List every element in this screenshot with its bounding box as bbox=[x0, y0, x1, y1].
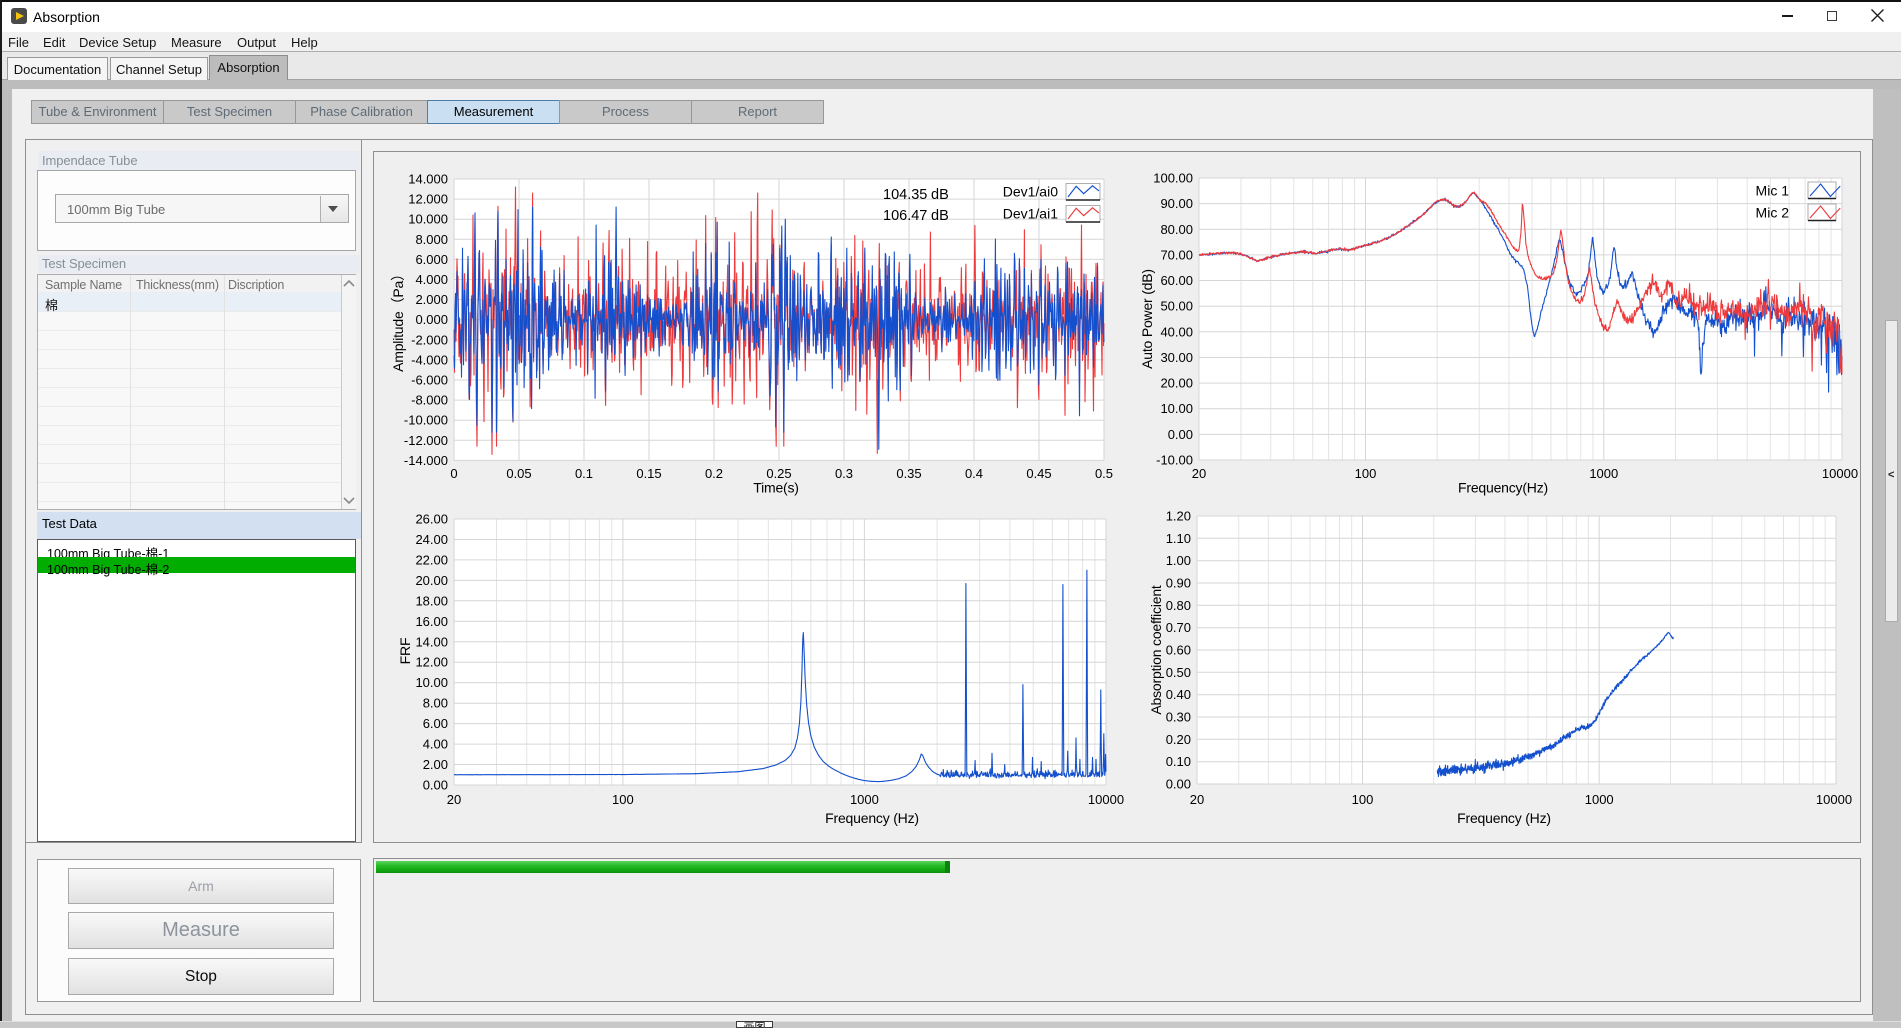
svg-text:100: 100 bbox=[1355, 466, 1377, 481]
svg-text:104.35: 104.35 bbox=[883, 187, 927, 203]
svg-text:-4.000: -4.000 bbox=[411, 352, 448, 367]
svg-text:18.00: 18.00 bbox=[415, 593, 448, 608]
svg-text:100: 100 bbox=[1352, 792, 1374, 807]
svg-text:16.00: 16.00 bbox=[415, 614, 448, 629]
svg-text:100.00: 100.00 bbox=[1153, 171, 1193, 186]
svg-text:-10.000: -10.000 bbox=[404, 413, 448, 428]
svg-text:1.20: 1.20 bbox=[1166, 509, 1191, 524]
svg-text:50.00: 50.00 bbox=[1160, 299, 1193, 314]
svg-text:0.1: 0.1 bbox=[575, 466, 593, 481]
svg-text:Frequency(Hz): Frequency(Hz) bbox=[1458, 480, 1548, 496]
svg-text:8.00: 8.00 bbox=[423, 696, 448, 711]
svg-text:0.80: 0.80 bbox=[1166, 598, 1191, 613]
svg-text:Mic 2: Mic 2 bbox=[1756, 205, 1790, 221]
svg-text:0.00: 0.00 bbox=[1166, 777, 1191, 792]
svg-text:6.00: 6.00 bbox=[423, 716, 448, 731]
svg-text:0.45: 0.45 bbox=[1026, 466, 1051, 481]
svg-text:10.00: 10.00 bbox=[415, 675, 448, 690]
svg-text:0.70: 0.70 bbox=[1166, 620, 1191, 635]
svg-text:20: 20 bbox=[1192, 466, 1206, 481]
svg-text:-6.000: -6.000 bbox=[411, 373, 448, 388]
svg-text:-10.00: -10.00 bbox=[1156, 453, 1193, 468]
svg-text:0.35: 0.35 bbox=[896, 466, 921, 481]
svg-text:Frequency (Hz): Frequency (Hz) bbox=[825, 810, 919, 826]
svg-text:1000: 1000 bbox=[1585, 792, 1614, 807]
svg-text:14.00: 14.00 bbox=[415, 634, 448, 649]
svg-text:0.00: 0.00 bbox=[423, 778, 448, 793]
svg-text:90.00: 90.00 bbox=[1160, 196, 1193, 211]
svg-text:20.00: 20.00 bbox=[1160, 376, 1193, 391]
svg-text:4.000: 4.000 bbox=[415, 272, 448, 287]
svg-text:24.00: 24.00 bbox=[415, 532, 448, 547]
svg-text:0.00: 0.00 bbox=[1168, 427, 1193, 442]
svg-text:12.00: 12.00 bbox=[415, 655, 448, 670]
svg-text:-12.000: -12.000 bbox=[404, 433, 448, 448]
svg-text:dB: dB bbox=[931, 187, 949, 203]
svg-text:1.10: 1.10 bbox=[1166, 531, 1191, 546]
svg-text:-8.000: -8.000 bbox=[411, 393, 448, 408]
svg-text:20: 20 bbox=[1190, 792, 1204, 807]
svg-text:0.40: 0.40 bbox=[1166, 687, 1191, 702]
svg-text:0.30: 0.30 bbox=[1166, 710, 1191, 725]
svg-text:80.00: 80.00 bbox=[1160, 222, 1193, 237]
svg-text:Frequency (Hz): Frequency (Hz) bbox=[1457, 810, 1551, 826]
svg-text:Amplitude（Pa）: Amplitude（Pa） bbox=[390, 267, 406, 372]
svg-text:Dev1/ai1: Dev1/ai1 bbox=[1003, 206, 1058, 222]
svg-text:0.10: 0.10 bbox=[1166, 754, 1191, 769]
svg-text:2.000: 2.000 bbox=[415, 292, 448, 307]
svg-text:10.000: 10.000 bbox=[408, 212, 448, 227]
svg-text:0.3: 0.3 bbox=[835, 466, 853, 481]
svg-text:0.4: 0.4 bbox=[965, 466, 983, 481]
svg-text:-2.000: -2.000 bbox=[411, 332, 448, 347]
svg-text:0.20: 0.20 bbox=[1166, 732, 1191, 747]
svg-text:10000: 10000 bbox=[1822, 466, 1858, 481]
svg-text:0.50: 0.50 bbox=[1166, 665, 1191, 680]
svg-text:FRF: FRF bbox=[397, 638, 413, 665]
svg-text:0.05: 0.05 bbox=[506, 466, 531, 481]
svg-text:40.00: 40.00 bbox=[1160, 324, 1193, 339]
svg-text:10.00: 10.00 bbox=[1160, 401, 1193, 416]
svg-text:1000: 1000 bbox=[850, 792, 879, 807]
svg-text:0.000: 0.000 bbox=[415, 312, 448, 327]
svg-text:0.60: 0.60 bbox=[1166, 643, 1191, 658]
svg-text:20: 20 bbox=[447, 792, 461, 807]
svg-text:2.00: 2.00 bbox=[423, 757, 448, 772]
svg-text:10000: 10000 bbox=[1088, 792, 1124, 807]
svg-text:30.00: 30.00 bbox=[1160, 350, 1193, 365]
svg-text:1000: 1000 bbox=[1589, 466, 1618, 481]
svg-text:-14.000: -14.000 bbox=[404, 453, 448, 468]
svg-text:0.90: 0.90 bbox=[1166, 576, 1191, 591]
svg-text:0.5: 0.5 bbox=[1095, 466, 1113, 481]
svg-text:60.00: 60.00 bbox=[1160, 273, 1193, 288]
svg-text:4.00: 4.00 bbox=[423, 737, 448, 752]
svg-text:Absorption coefficient: Absorption coefficient bbox=[1148, 585, 1164, 715]
svg-text:0: 0 bbox=[450, 466, 457, 481]
svg-text:12.000: 12.000 bbox=[408, 192, 448, 207]
svg-text:14.000: 14.000 bbox=[408, 172, 448, 187]
svg-text:70.00: 70.00 bbox=[1160, 247, 1193, 262]
svg-text:6.000: 6.000 bbox=[415, 252, 448, 267]
svg-text:8.000: 8.000 bbox=[415, 232, 448, 247]
svg-text:0.15: 0.15 bbox=[636, 466, 661, 481]
svg-text:1.00: 1.00 bbox=[1166, 553, 1191, 568]
svg-text:10000: 10000 bbox=[1816, 792, 1852, 807]
svg-text:26.00: 26.00 bbox=[415, 512, 448, 527]
svg-text:100: 100 bbox=[612, 792, 634, 807]
svg-text:106.47: 106.47 bbox=[883, 208, 927, 224]
svg-text:dB: dB bbox=[931, 208, 949, 224]
svg-text:20.00: 20.00 bbox=[415, 573, 448, 588]
svg-text:Mic 1: Mic 1 bbox=[1756, 183, 1790, 199]
svg-text:0.2: 0.2 bbox=[705, 466, 723, 481]
svg-text:Time(s): Time(s) bbox=[753, 480, 799, 496]
svg-text:Dev1/ai0: Dev1/ai0 bbox=[1003, 184, 1058, 200]
svg-text:22.00: 22.00 bbox=[415, 552, 448, 567]
svg-text:Auto Power (dB): Auto Power (dB) bbox=[1139, 269, 1155, 369]
